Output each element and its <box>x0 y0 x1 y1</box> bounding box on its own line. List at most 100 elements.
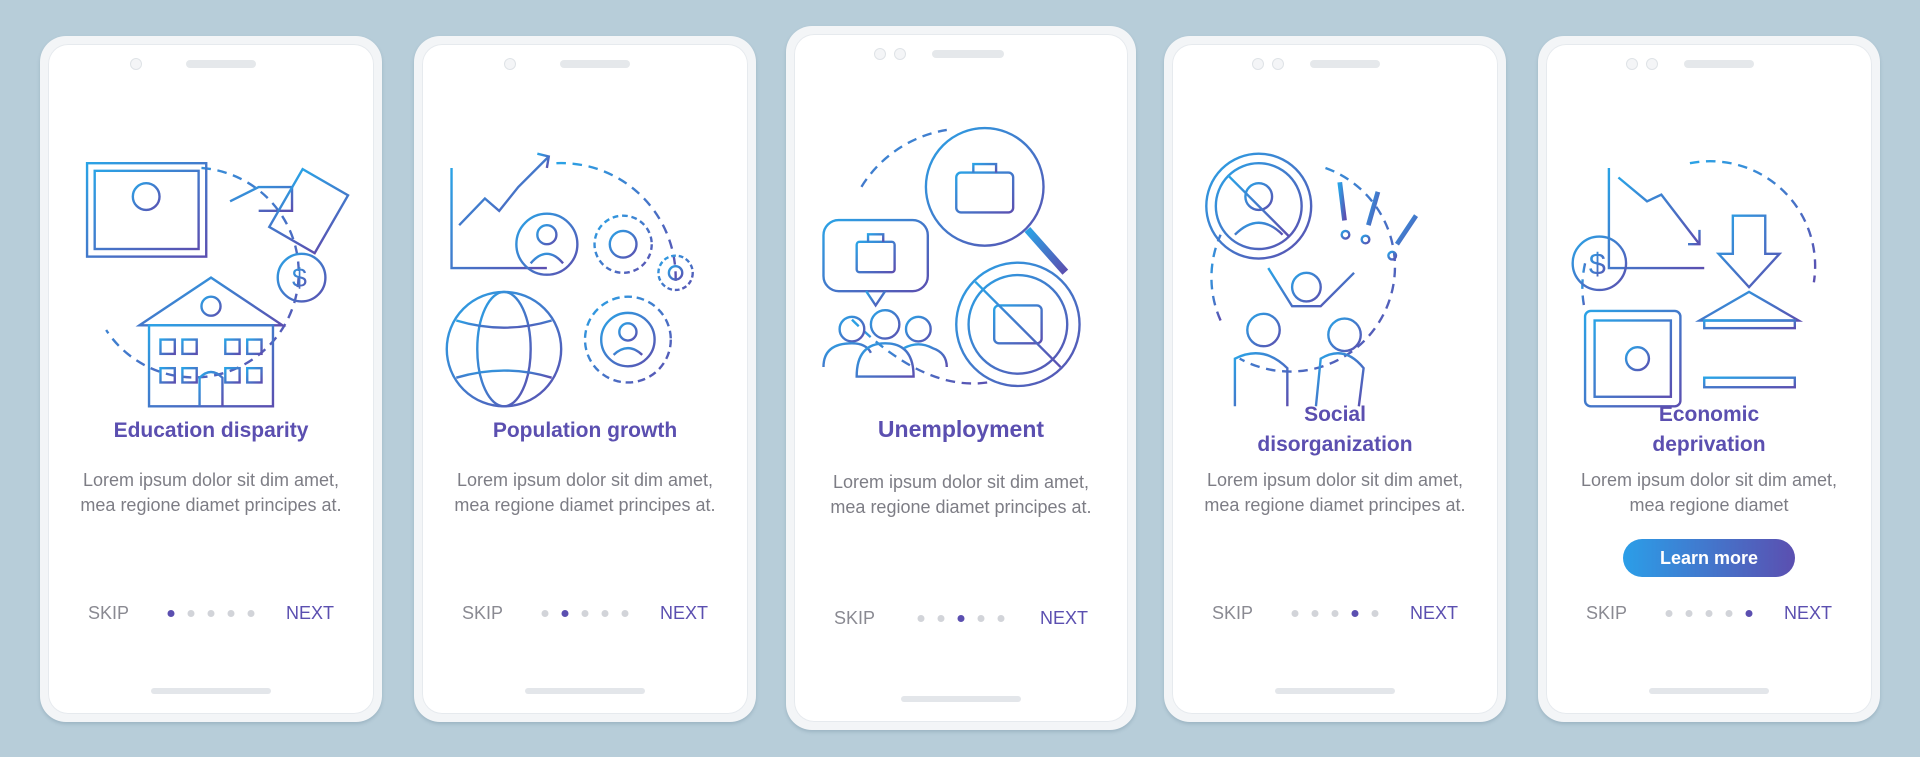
page-dot[interactable] <box>601 610 609 617</box>
pagination-dots <box>167 610 255 617</box>
page-dot[interactable] <box>917 615 925 622</box>
pagination-dots <box>917 615 1005 622</box>
camera-dot <box>894 48 906 60</box>
page-dot[interactable] <box>1725 610 1733 617</box>
page-dot[interactable] <box>1705 610 1713 617</box>
learn-more-button[interactable]: Learn more <box>1623 539 1795 577</box>
economic-illustration: $ <box>1566 84 1852 414</box>
safe-icon <box>1583 309 1682 408</box>
school-icon <box>135 276 287 327</box>
page-dot[interactable] <box>1351 610 1359 617</box>
screen-title: Education disparity <box>113 419 309 442</box>
svg-text:$: $ <box>292 263 307 293</box>
page-dot[interactable] <box>247 610 255 617</box>
pagination-dots <box>1665 610 1753 617</box>
onboarding-screen-4: Social disorganization Lorem ipsum dolor… <box>1164 36 1506 722</box>
home-indicator <box>151 688 271 694</box>
screen-description: Lorem ipsum dolor sit dim amet, mea regi… <box>454 470 716 515</box>
skip-button[interactable]: SKIP <box>1586 603 1627 624</box>
page-dot[interactable] <box>1311 610 1319 617</box>
screen-content: Social disorganization Lorem ipsum dolor… <box>1172 44 1498 714</box>
page-dot[interactable] <box>227 610 235 617</box>
next-button[interactable]: NEXT <box>660 603 708 624</box>
screen-description: Lorem ipsum dolor sit dim amet, mea regi… <box>80 470 342 515</box>
unemployment-illustration <box>814 74 1108 404</box>
speech-bubble-icon <box>822 218 929 293</box>
page-dot[interactable] <box>207 610 215 617</box>
page-dot[interactable] <box>541 610 549 617</box>
camera-dot <box>1626 58 1638 70</box>
screen-description: Lorem ipsum dolor sit dim amet, mea regi… <box>1580 470 1838 515</box>
onboarding-screen-1: $ Education disparity Lorem ipsum dolor … <box>40 36 382 722</box>
next-button[interactable]: NEXT <box>1784 603 1832 624</box>
page-dot[interactable] <box>187 610 195 617</box>
page-dot[interactable] <box>937 615 945 622</box>
exclamation-icon <box>1337 181 1347 221</box>
page-dot[interactable] <box>167 610 175 617</box>
page-dot[interactable] <box>1331 610 1339 617</box>
education-illustration: $ <box>68 84 354 414</box>
pagination-dots <box>541 610 629 617</box>
speaker-bar <box>186 60 256 68</box>
skip-button[interactable]: SKIP <box>88 603 129 624</box>
camera-dot <box>874 48 886 60</box>
page-dot[interactable] <box>581 610 589 617</box>
screen-content: Unemployment Lorem ipsum dolor sit dim a… <box>794 34 1128 722</box>
screen-title: Unemployment <box>877 416 1045 442</box>
camera-dot <box>130 58 142 70</box>
title-line-1: Social <box>1304 403 1366 426</box>
next-button[interactable]: NEXT <box>1410 603 1458 624</box>
next-button[interactable]: NEXT <box>286 603 334 624</box>
screen-content: Population growth Lorem ipsum dolor sit … <box>422 44 748 714</box>
title-line-1: Economic <box>1658 403 1760 426</box>
skip-button[interactable]: SKIP <box>462 603 503 624</box>
speaker-bar <box>1310 60 1380 68</box>
speaker-bar <box>932 50 1004 58</box>
skip-button[interactable]: SKIP <box>1212 603 1253 624</box>
screen-description: Lorem ipsum dolor sit dim amet, mea regi… <box>830 472 1092 517</box>
page-dot[interactable] <box>957 615 965 622</box>
camera-dot <box>1272 58 1284 70</box>
briefcase-icon <box>955 171 1015 214</box>
screen-content: $ Economic deprivation Lorem ipsum dolor… <box>1546 44 1872 714</box>
home-indicator <box>1275 688 1395 694</box>
page-dot[interactable] <box>1745 610 1753 617</box>
page-dot[interactable] <box>1371 610 1379 617</box>
page-dot[interactable] <box>1665 610 1673 617</box>
page-dot[interactable] <box>1685 610 1693 617</box>
page-dot[interactable] <box>997 615 1005 622</box>
svg-text:$: $ <box>1589 248 1606 282</box>
magnifier-icon <box>924 126 1045 247</box>
screen-title: Population growth <box>492 419 678 442</box>
home-indicator <box>1649 688 1769 694</box>
gear-icon <box>593 214 653 275</box>
screen-title: Economic deprivation <box>1546 400 1872 460</box>
pagination-dots <box>1291 610 1379 617</box>
title-line-2: deprivation <box>1652 433 1766 456</box>
social-illustration <box>1192 84 1478 414</box>
page-dot[interactable] <box>1291 610 1299 617</box>
title-line-2: disorganization <box>1257 433 1413 456</box>
onboarding-screen-5: $ Economic deprivation Lorem ipsum dolor… <box>1538 36 1880 722</box>
page-dot[interactable] <box>621 610 629 617</box>
onboarding-screen-2: Population growth Lorem ipsum dolor sit … <box>414 36 756 722</box>
home-indicator <box>525 688 645 694</box>
bank-icon <box>1695 290 1804 322</box>
page-dot[interactable] <box>977 615 985 622</box>
next-button[interactable]: NEXT <box>1040 608 1088 629</box>
camera-dot <box>1646 58 1658 70</box>
camera-dot <box>1252 58 1264 70</box>
population-illustration <box>442 84 728 414</box>
screen-description: Lorem ipsum dolor sit dim amet, mea regi… <box>1204 470 1466 515</box>
page-dot[interactable] <box>561 610 569 617</box>
onboarding-screen-3: Unemployment Lorem ipsum dolor sit dim a… <box>786 26 1136 730</box>
skip-button[interactable]: SKIP <box>834 608 875 629</box>
down-arrow-icon <box>1715 214 1783 289</box>
camera-dot <box>504 58 516 70</box>
home-indicator <box>901 696 1021 702</box>
hand-money-icon <box>229 185 294 213</box>
protesters-icon <box>1290 271 1322 303</box>
speaker-bar <box>1684 60 1754 68</box>
speaker-bar <box>560 60 630 68</box>
screen-content: $ Education disparity Lorem ipsum dolor … <box>48 44 374 714</box>
